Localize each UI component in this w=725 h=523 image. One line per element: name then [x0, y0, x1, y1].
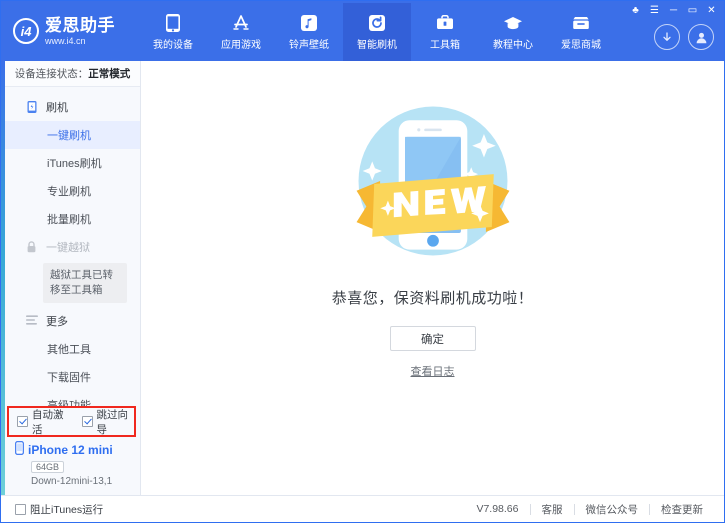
skin-icon[interactable]: ♣	[627, 3, 644, 19]
version-label: V7.98.66	[465, 503, 529, 515]
nav-item-ringtones-wallpapers[interactable]: 铃声壁纸	[275, 3, 343, 61]
nav-label: 教程中心	[493, 36, 533, 51]
wechat-official-link[interactable]: 微信公众号	[575, 502, 650, 517]
nav-label: 我的设备	[153, 36, 193, 51]
minimize-icon[interactable]: ─	[665, 3, 682, 19]
device-capacity-badge: 64GB	[31, 461, 64, 473]
sidebar-item-itunes-flash[interactable]: iTunes刷机	[5, 149, 140, 177]
sidebar-item-one-click-flash[interactable]: 一键刷机	[5, 121, 140, 149]
nav-label: 工具箱	[430, 36, 460, 51]
sidebar: 设备连接状态： 正常模式 刷机 一键刷机 iTunes刷机	[5, 61, 141, 495]
appstore-icon	[231, 13, 251, 33]
checkbox-box[interactable]	[17, 416, 28, 427]
sidebar-item-pro-flash[interactable]: 专业刷机	[5, 177, 140, 205]
customer-service-link[interactable]: 客服	[531, 502, 574, 517]
sidebar-group-more: 更多	[5, 307, 140, 335]
success-message: 恭喜您，保资料刷机成功啦！	[332, 287, 534, 308]
sidebar-item-label: 其他工具	[47, 341, 91, 357]
music-icon	[299, 13, 319, 33]
checkbox-label: 阻止iTunes运行	[30, 502, 103, 517]
sidebar-item-advanced[interactable]: 高级功能	[5, 391, 140, 407]
maximize-icon[interactable]: ▭	[684, 3, 701, 19]
nav-label: 智能刷机	[357, 36, 397, 51]
checkbox-box[interactable]	[15, 504, 26, 515]
jailbreak-moved-tooltip: 越狱工具已转移至工具箱	[43, 263, 127, 303]
sidebar-item-label: iTunes刷机	[47, 155, 102, 171]
sidebar-item-other-tools[interactable]: 其他工具	[5, 335, 140, 363]
graduation-cap-icon	[503, 13, 523, 33]
logo-mark-icon: i4	[13, 18, 39, 44]
nav-item-tutorials[interactable]: 教程中心	[479, 3, 547, 61]
device-connection-status: 设备连接状态： 正常模式	[5, 61, 140, 87]
sidebar-group-title: 刷机	[46, 99, 68, 115]
view-log-link[interactable]: 查看日志	[411, 363, 455, 379]
main-nav: 我的设备 应用游戏 铃声壁纸 智能刷机	[139, 1, 654, 61]
toolbox-icon	[435, 13, 455, 33]
status-value: 正常模式	[88, 66, 130, 81]
nav-item-store[interactable]: 爱思商城	[547, 3, 615, 61]
confirm-button[interactable]: 确定	[390, 326, 476, 351]
nav-item-my-device[interactable]: 我的设备	[139, 3, 207, 61]
lock-icon	[25, 240, 39, 254]
sidebar-item-download-firmware[interactable]: 下载固件	[5, 363, 140, 391]
sidebar-item-label: 专业刷机	[47, 183, 91, 199]
account-icon[interactable]	[688, 24, 714, 50]
menu-icon[interactable]: ☰	[646, 3, 663, 19]
checkbox-label: 自动激活	[32, 407, 70, 437]
checkbox-label: 跳过向导	[97, 407, 135, 437]
nav-label: 爱思商城	[561, 36, 601, 51]
app-window: i4 爱思助手 www.i4.cn 我的设备 应用游戏	[0, 0, 725, 523]
logo-title: 爱思助手	[45, 17, 115, 34]
logo-mark-text: i4	[21, 24, 32, 39]
sidebar-item-label: 一键刷机	[47, 127, 91, 143]
device-name: iPhone 12 mini	[28, 443, 113, 457]
sidebar-item-label: 下载固件	[47, 369, 91, 385]
main-content: 恭喜您，保资料刷机成功啦！ 确定 查看日志	[141, 61, 724, 495]
sidebar-group-title: 一键越狱	[46, 239, 90, 255]
device-name-row: iPhone 12 mini	[15, 441, 140, 458]
status-bar: 阻止iTunes运行 V7.98.66 客服 微信公众号 检查更新	[1, 495, 724, 522]
checkbox-box[interactable]	[82, 416, 93, 427]
nav-item-apps-games[interactable]: 应用游戏	[207, 3, 275, 61]
checkbox-skip-wizard[interactable]: 跳过向导	[82, 407, 135, 437]
device-identifier: Down-12mini-13,1	[31, 476, 140, 487]
nav-item-smart-flash[interactable]: 智能刷机	[343, 3, 411, 61]
sidebar-group-jailbreak: 一键越狱	[5, 233, 140, 261]
app-header: i4 爱思助手 www.i4.cn 我的设备 应用游戏	[1, 1, 724, 61]
list-icon	[25, 314, 39, 328]
store-icon	[571, 13, 591, 33]
close-icon[interactable]: ✕	[703, 3, 720, 19]
new-badge-phone-illustration	[335, 83, 531, 279]
checkbox-auto-activate[interactable]: 自动激活	[17, 407, 70, 437]
logo-url: www.i4.cn	[45, 37, 115, 46]
check-update-link[interactable]: 检查更新	[650, 502, 714, 517]
status-label: 设备连接状态：	[15, 66, 89, 81]
refresh-icon	[367, 13, 387, 33]
connected-device-card[interactable]: iPhone 12 mini 64GB Down-12mini-13,1	[5, 435, 140, 495]
checkbox-block-itunes[interactable]: 阻止iTunes运行	[15, 502, 103, 517]
window-controls: ♣ ☰ ─ ▭ ✕	[627, 3, 720, 19]
sidebar-group-title: 更多	[46, 313, 68, 329]
flash-device-icon	[25, 100, 39, 114]
app-body: 设备连接状态： 正常模式 刷机 一键刷机 iTunes刷机	[1, 61, 724, 495]
flash-options: 自动激活 跳过向导	[5, 407, 140, 435]
sidebar-nav: 刷机 一键刷机 iTunes刷机 专业刷机 批量刷机	[5, 87, 140, 407]
nav-label: 铃声壁纸	[289, 36, 329, 51]
sidebar-item-label: 批量刷机	[47, 211, 91, 227]
phone-icon	[163, 13, 183, 33]
sidebar-item-batch-flash[interactable]: 批量刷机	[5, 205, 140, 233]
nav-item-toolbox[interactable]: 工具箱	[411, 3, 479, 61]
sidebar-group-flash: 刷机	[5, 93, 140, 121]
phone-small-icon	[15, 441, 24, 458]
download-icon[interactable]	[654, 24, 680, 50]
nav-label: 应用游戏	[221, 36, 261, 51]
app-logo[interactable]: i4 爱思助手 www.i4.cn	[1, 1, 139, 61]
